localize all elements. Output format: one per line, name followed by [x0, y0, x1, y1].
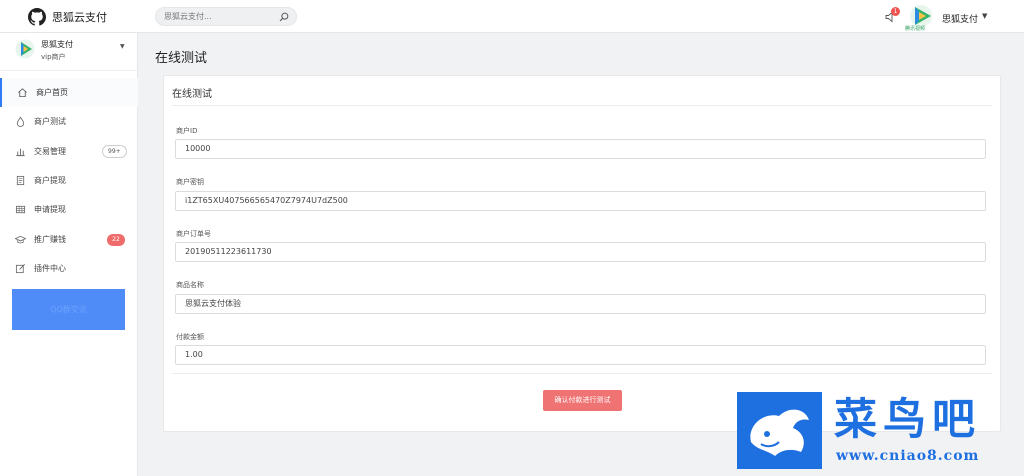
order-number-field[interactable]: 20190511223611730: [175, 242, 986, 262]
divider: [172, 373, 992, 374]
chevron-down-icon[interactable]: ▼: [982, 12, 987, 20]
sidebar-item-promotion[interactable]: 推广赚钱 22: [0, 225, 138, 254]
count-badge: 99+: [102, 145, 127, 158]
sidebar: 思狐支付 vip商户 ▼ 商户首页 商户测试 交易管理 99+ 商户提现 申请提…: [0, 33, 138, 476]
sidebar-item-label: 申请提现: [34, 205, 66, 214]
user-name[interactable]: 思狐支付: [942, 12, 978, 25]
drop-icon: [16, 116, 25, 127]
sidebar-item-label: 交易管理: [34, 147, 66, 156]
sidebar-item-plugins[interactable]: 插件中心: [0, 254, 138, 283]
home-icon: [18, 88, 27, 98]
sidebar-item-label: 商户提现: [34, 176, 66, 185]
chevron-down-icon[interactable]: ▼: [120, 43, 125, 50]
search-input[interactable]: [164, 12, 274, 21]
document-icon: [16, 175, 25, 186]
search-icon[interactable]: [279, 12, 289, 22]
merchant-id-field[interactable]: 10000: [175, 139, 986, 159]
qq-group-button[interactable]: QQ群交流: [12, 289, 125, 330]
graduation-cap-icon: [15, 235, 26, 244]
avatar-caption: 腾讯视频: [905, 26, 926, 32]
amount-field[interactable]: 1.00: [175, 345, 986, 365]
watermark-title: 菜鸟吧: [834, 395, 981, 445]
sidebar-item-label: 商户首页: [36, 88, 68, 97]
sidebar-item-test[interactable]: 商户测试: [0, 107, 138, 136]
merchant-id-label: 商户ID: [176, 127, 198, 135]
watermark-logo: [737, 392, 822, 469]
sidebar-item-withdrawal[interactable]: 商户提现: [0, 166, 138, 195]
count-badge: 22: [107, 233, 125, 246]
order-number-label: 商户订单号: [176, 230, 211, 238]
account-avatar: [15, 39, 35, 59]
product-name-label: 商品名称: [176, 281, 204, 289]
watermark-url: www.cniao8.com: [836, 448, 980, 464]
sidebar-item-transactions[interactable]: 交易管理 99+: [0, 137, 138, 166]
notification-badge: 1: [891, 7, 900, 16]
account-level: vip商户: [41, 53, 66, 61]
sidebar-item-apply-withdrawal[interactable]: 申请提现: [0, 195, 138, 224]
product-name-field[interactable]: 思狐云支付体验: [175, 294, 986, 314]
amount-label: 付款金额: [176, 333, 204, 341]
edit-icon: [15, 264, 25, 274]
sidebar-item-label: 推广赚钱: [34, 235, 66, 244]
sidebar-item-label: 插件中心: [34, 264, 66, 273]
confirm-payment-button[interactable]: 确认付款进行测试: [543, 390, 622, 411]
brand-name: 思狐云支付: [52, 11, 107, 24]
account-name: 思狐支付: [41, 40, 73, 49]
table-icon: [15, 205, 26, 214]
test-form-card: 在线测试 商户ID 10000 商户密钥 i1ZT65XU40756656547…: [163, 75, 1001, 432]
merchant-key-field[interactable]: i1ZT65XU407566565470Z7974U7dZ500: [175, 191, 986, 211]
bar-chart-icon: [16, 148, 25, 157]
github-icon: [28, 8, 46, 26]
account-switcher[interactable]: 思狐支付 vip商户 ▼: [0, 33, 138, 71]
page-title: 在线测试: [155, 51, 208, 66]
sidebar-item-label: 商户测试: [34, 117, 66, 126]
top-header: 思狐云支付 1 腾讯视频 思狐支付 ▼: [0, 0, 1024, 33]
brand[interactable]: 思狐云支付: [28, 8, 107, 26]
divider: [172, 105, 992, 106]
card-title: 在线测试: [172, 89, 212, 100]
search-box[interactable]: [155, 7, 297, 26]
sidebar-item-home[interactable]: 商户首页: [0, 78, 138, 107]
merchant-key-label: 商户密钥: [176, 178, 204, 186]
